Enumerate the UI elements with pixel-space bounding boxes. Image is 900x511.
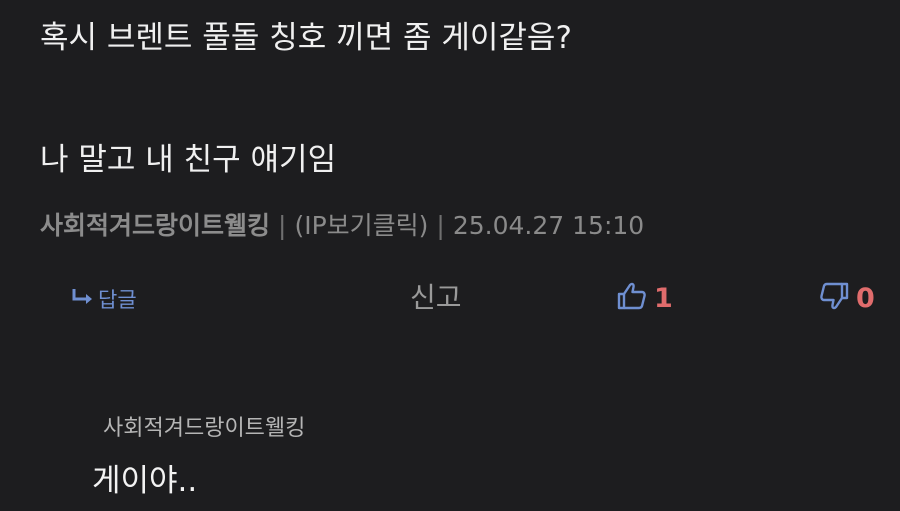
meta-separator: | xyxy=(436,211,445,240)
post-meta: 사회적겨드랑이트웰킹 | (IP보기클릭) | 25.04.27 15:10 xyxy=(40,208,644,244)
comment-author[interactable]: 사회적겨드랑이트웰킹 xyxy=(103,410,305,442)
report-button[interactable]: 신고 xyxy=(410,276,462,316)
dislike-count: 0 xyxy=(856,282,875,314)
thumbs-down-icon xyxy=(818,280,850,316)
post-timestamp: 25.04.27 15:10 xyxy=(452,211,645,240)
post-text-line-2: 나 말고 내 친구 얘기임 xyxy=(40,142,337,178)
dislike-button[interactable]: 0 xyxy=(818,280,875,316)
reply-label: 답글 xyxy=(98,288,137,312)
like-button[interactable]: 1 xyxy=(616,280,673,316)
reply-button[interactable]: 답글 xyxy=(70,284,137,314)
ip-view-link[interactable]: (IP보기클릭) xyxy=(294,211,428,240)
thumbs-up-icon xyxy=(616,280,648,316)
post-text-line-1: 혹시 브렌트 풀돌 칭호 끼면 좀 게이같음? xyxy=(40,20,572,56)
meta-separator: | xyxy=(278,211,287,240)
comment-text: 게이야.. xyxy=(92,463,198,499)
post-author[interactable]: 사회적겨드랑이트웰킹 xyxy=(40,211,270,240)
reply-arrow-icon xyxy=(70,286,96,313)
action-bar: 답글 신고 1 0 xyxy=(0,276,900,320)
like-count: 1 xyxy=(654,282,673,314)
